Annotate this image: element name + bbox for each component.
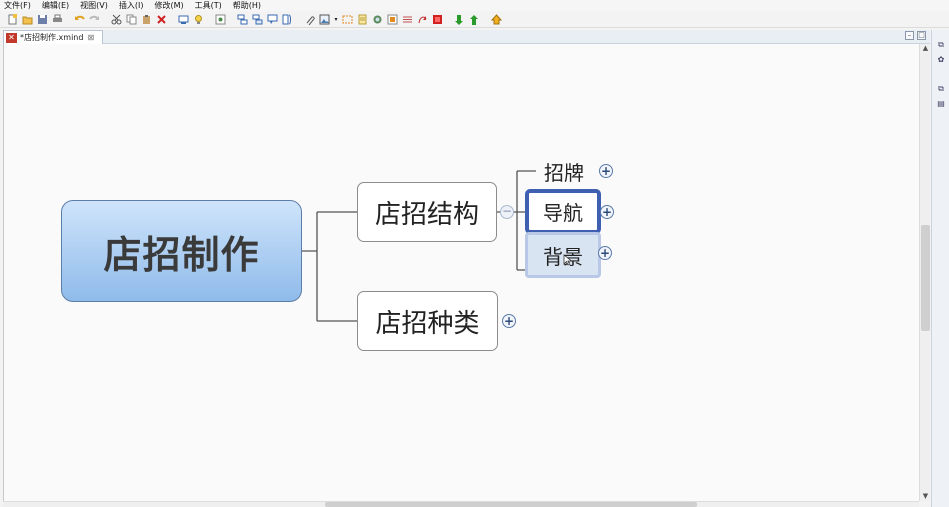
home-icon[interactable] — [490, 13, 503, 26]
toolbar-separator — [229, 13, 234, 26]
collapse-structure-button[interactable]: − — [500, 205, 514, 219]
summary-icon[interactable] — [281, 13, 294, 26]
label-icon[interactable] — [386, 13, 399, 26]
vertical-scrollbar[interactable]: ▲ ▼ — [919, 44, 930, 501]
main-topic-types[interactable]: 店招种类 — [357, 291, 498, 351]
expand-types-button[interactable]: + — [502, 314, 516, 328]
menu-file[interactable]: 文件(F) — [4, 0, 31, 11]
scroll-up-icon[interactable]: ▲ — [920, 44, 931, 53]
expand-signboard-button[interactable]: + — [599, 164, 613, 178]
expand-navigation-button[interactable]: + — [600, 205, 614, 219]
window-controls: – □ — [905, 31, 926, 40]
editor-tab[interactable]: ✕ *店招制作.xmind ⊠ — [3, 30, 103, 44]
maximize-icon[interactable]: □ — [917, 31, 926, 40]
note-icon[interactable] — [356, 13, 369, 26]
cut-icon[interactable] — [110, 13, 123, 26]
toolbar-separator — [170, 13, 175, 26]
undo-icon[interactable] — [73, 13, 86, 26]
mouse-cursor-icon — [563, 254, 573, 266]
new-file-icon[interactable] — [6, 13, 19, 26]
toolbar-separator — [66, 13, 71, 26]
menu-help[interactable]: 帮助(H) — [233, 0, 261, 11]
menu-modify[interactable]: 修改(M) — [154, 0, 183, 11]
minimize-icon[interactable]: – — [905, 31, 914, 40]
toolbar-separator — [446, 13, 451, 26]
image-icon[interactable] — [318, 13, 331, 26]
main-topic-structure[interactable]: 店招结构 — [357, 182, 497, 242]
horizontal-scroll-thumb[interactable] — [325, 502, 697, 507]
delete-icon[interactable] — [155, 13, 168, 26]
toolbar-separator — [483, 13, 488, 26]
toolbar-separator — [103, 13, 108, 26]
editor-tab-bar: ✕ *店招制作.xmind ⊠ – □ — [3, 30, 930, 44]
dropdown-arrow-icon[interactable]: ▾ — [333, 13, 339, 26]
menu-insert[interactable]: 插入(I) — [119, 0, 144, 11]
drill-up-icon[interactable] — [468, 13, 481, 26]
print-icon[interactable] — [51, 13, 64, 26]
idea-icon[interactable] — [192, 13, 205, 26]
menu-tools[interactable]: 工具(T) — [195, 0, 222, 11]
toolbar: ▾ — [0, 11, 949, 28]
editor-tab-title: *店招制作.xmind — [20, 33, 84, 42]
central-topic[interactable]: 店招制作 — [61, 200, 302, 302]
close-icon[interactable]: ⊠ — [87, 33, 94, 42]
subtopic-navigation[interactable]: 导航 — [525, 189, 601, 234]
side-panel: ⧉ ✿ ⧉ ▤ — [931, 30, 949, 507]
floating-topic-icon[interactable] — [251, 13, 264, 26]
toolbar-separator — [207, 13, 212, 26]
callout-icon[interactable] — [266, 13, 279, 26]
drill-down-icon[interactable] — [453, 13, 466, 26]
menu-edit[interactable]: 编辑(E) — [42, 0, 69, 11]
subtopic-signboard[interactable]: 招牌 — [536, 155, 592, 187]
vertical-scroll-thumb[interactable] — [921, 225, 930, 331]
open-folder-icon[interactable] — [21, 13, 34, 26]
restore-icon[interactable]: ⧉ — [936, 84, 946, 94]
redo-icon[interactable] — [88, 13, 101, 26]
restore-icon[interactable]: ⧉ — [936, 40, 946, 50]
paste-icon[interactable] — [140, 13, 153, 26]
xmind-file-icon: ✕ — [6, 32, 17, 43]
relationship-icon[interactable] — [416, 13, 429, 26]
expand-background-button[interactable]: + — [598, 246, 612, 260]
scroll-down-icon[interactable]: ▼ — [920, 492, 931, 501]
stop-icon[interactable] — [431, 13, 444, 26]
boundary-icon[interactable] — [341, 13, 354, 26]
menu-view[interactable]: 视图(V) — [80, 0, 108, 11]
brainstorm-icon[interactable] — [214, 13, 227, 26]
toolbar-separator — [296, 13, 301, 26]
markers-view-icon[interactable]: ✿ — [936, 55, 946, 65]
horizontal-scrollbar[interactable] — [3, 501, 919, 507]
marker-icon[interactable] — [371, 13, 384, 26]
save-icon[interactable] — [36, 13, 49, 26]
copy-icon[interactable] — [125, 13, 138, 26]
attachment-icon[interactable] — [303, 13, 316, 26]
list-icon[interactable] — [401, 13, 414, 26]
topic-icon[interactable] — [177, 13, 190, 26]
subtopic-icon[interactable] — [236, 13, 249, 26]
properties-view-icon[interactable]: ▤ — [936, 99, 946, 109]
menu-bar: 文件(F) 编辑(E) 视图(V) 插入(I) 修改(M) 工具(T) 帮助(H… — [0, 0, 949, 11]
